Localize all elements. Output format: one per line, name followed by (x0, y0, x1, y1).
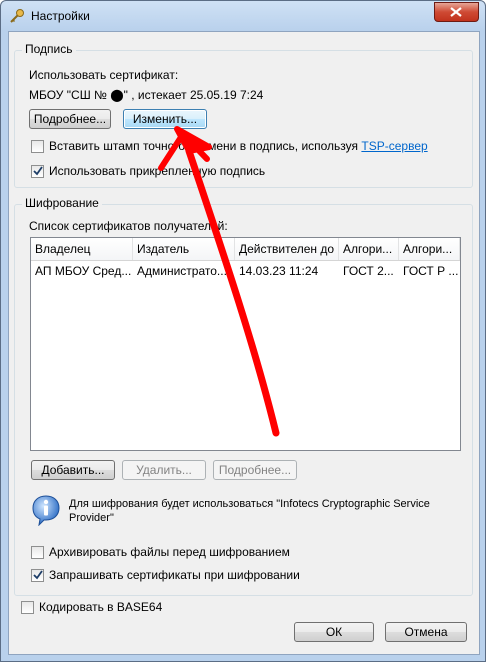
checkmark-icon (33, 570, 43, 580)
archive-checkbox[interactable] (31, 546, 44, 559)
info-text-line2: Provider" (69, 512, 114, 524)
base64-checkbox[interactable] (21, 601, 34, 614)
column-header[interactable]: Владелец (31, 238, 133, 260)
use-cert-label: Использовать сертификат: (29, 68, 179, 82)
attached-signature-checkbox[interactable] (31, 165, 44, 178)
timestamp-label: Вставить штамп точного времени в подпись… (49, 139, 428, 153)
add-recipient-button[interactable]: Добавить... (31, 460, 115, 480)
archive-label: Архивировать файлы перед шифрованием (49, 545, 290, 559)
encryption-group-title: Шифрование (22, 196, 102, 210)
ok-button[interactable]: ОК (294, 622, 374, 642)
dialog-client: Подпись Использовать сертификат: МБОУ "С… (8, 31, 480, 655)
recipient-details-button[interactable]: Подробнее... (213, 460, 297, 480)
cancel-button[interactable]: Отмена (385, 622, 467, 642)
close-icon (450, 7, 462, 17)
title-bar[interactable]: Настройки (1, 1, 485, 31)
close-button[interactable] (434, 2, 479, 22)
ask-certs-label: Запрашивать сертификаты при шифровании (49, 568, 300, 582)
cell-owner: АП МБОУ Сред... (35, 264, 132, 278)
info-text-line1: Для шифрования будет использоваться "Inf… (69, 498, 430, 510)
info-icon (32, 495, 60, 526)
cell-issuer: Администрато... (137, 264, 227, 278)
cell-valid-to: 14.03.23 11:24 (239, 264, 319, 278)
timestamp-label-text: Вставить штамп точного времени в подпись… (49, 139, 359, 153)
attached-signature-label: Использовать прикрепленную подпись (49, 164, 266, 178)
column-header[interactable]: Действителен до (235, 238, 339, 260)
change-cert-button[interactable]: Изменить... (123, 109, 207, 129)
tsp-server-link[interactable]: TSP-сервер (361, 139, 427, 153)
list-header: Владелец Издатель Действителен до Алгори… (31, 238, 460, 261)
column-header[interactable]: Алгори... (339, 238, 399, 260)
recipients-list[interactable]: Владелец Издатель Действителен до Алгори… (30, 237, 461, 451)
cell-algorithm: ГОСТ 2... (343, 264, 394, 278)
ask-certs-checkbox[interactable] (31, 569, 44, 582)
delete-recipient-button[interactable]: Удалить... (122, 460, 206, 480)
window-title: Настройки (31, 9, 90, 23)
base64-label: Кодировать в BASE64 (39, 600, 163, 614)
table-row[interactable]: АП МБОУ Сред... Администрато... 14.03.23… (31, 262, 460, 280)
signature-details-button[interactable]: Подробнее... (29, 109, 111, 129)
checkmark-icon (33, 166, 43, 176)
cert-text: МБОУ "СШ № ⬤" , истекает 25.05.19 7:24 (29, 88, 264, 102)
recipients-label: Список сертификатов получателей: (29, 219, 228, 233)
signature-group-title: Подпись (22, 42, 76, 56)
key-icon (10, 9, 24, 23)
timestamp-checkbox[interactable] (31, 140, 44, 153)
column-header[interactable]: Алгори... (399, 238, 460, 260)
column-header[interactable]: Издатель (133, 238, 235, 260)
cell-algorithm: ГОСТ Р ... (403, 264, 459, 278)
settings-window: Настройки Подпись Использовать сертифика… (0, 0, 486, 662)
